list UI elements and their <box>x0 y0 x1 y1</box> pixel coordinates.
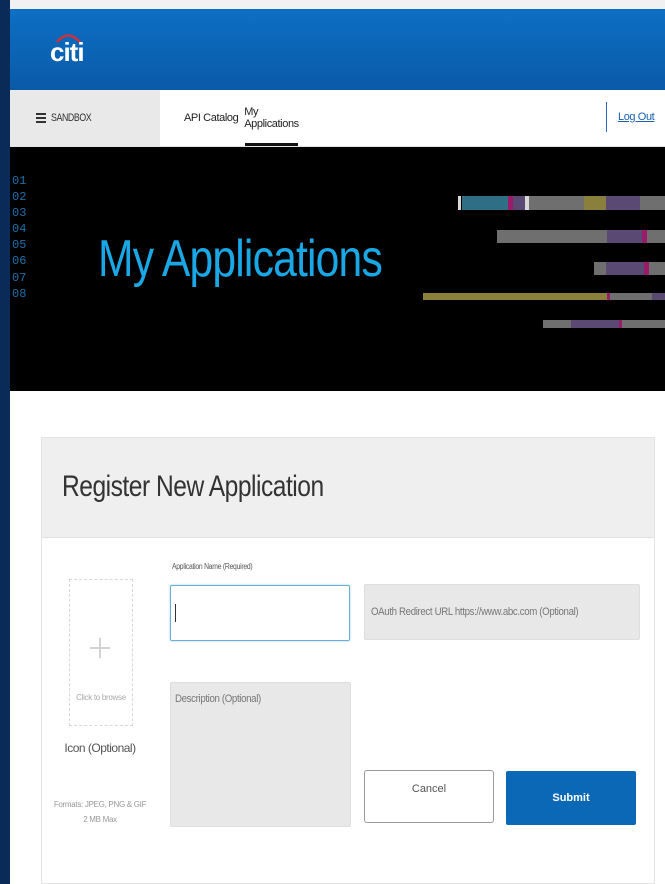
logout-link[interactable]: Log Out <box>618 111 655 123</box>
size-line: 2 MB Max <box>83 815 117 824</box>
tab-api-catalog[interactable]: API Catalog <box>184 90 239 146</box>
citi-logo[interactable]: citi <box>50 29 90 69</box>
page: citi SANDBOX API Catalog My Applications… <box>10 9 665 884</box>
cancel-button[interactable]: Cancel <box>364 770 494 823</box>
app-name-label: Application Name (Required) <box>172 562 253 571</box>
register-application-card: Register New Application Click to browse… <box>41 437 655 884</box>
icon-upload-dropzone[interactable]: Click to browse <box>69 579 133 726</box>
card-header: Register New Application <box>42 438 654 538</box>
app-name-input[interactable] <box>170 585 350 641</box>
description-placeholder: Description (Optional) <box>175 693 261 705</box>
browse-text: Click to browse <box>76 693 126 702</box>
plus-icon <box>90 638 110 658</box>
submit-button[interactable]: Submit <box>506 771 636 825</box>
sandbox-menu-button[interactable]: SANDBOX <box>10 90 160 146</box>
sandbox-label: SANDBOX <box>51 112 92 124</box>
top-nav: SANDBOX API Catalog My Applications Log … <box>10 90 665 147</box>
hamburger-menu-icon <box>36 113 46 123</box>
text-caret <box>175 604 176 622</box>
icon-format-hint: Formats: JPEG, PNG & GIF 2 MB Max <box>50 797 150 827</box>
top-header: citi <box>10 9 665 90</box>
tab-my-applications[interactable]: My Applications <box>244 90 299 146</box>
icon-label: Icon (Optional) <box>64 741 136 755</box>
nav-divider <box>606 102 607 132</box>
hero-banner: 01 02 03 04 05 06 07 08 My Applications <box>10 147 665 391</box>
oauth-redirect-url-input[interactable]: OAuth Redirect URL https://www.abc.com (… <box>364 584 640 640</box>
description-input[interactable]: Description (Optional) <box>170 682 351 827</box>
left-edge-strip <box>0 0 10 884</box>
format-line: Formats: JPEG, PNG & GIF <box>53 800 147 809</box>
oauth-placeholder: OAuth Redirect URL https://www.abc.com (… <box>371 606 579 618</box>
logo-text: citi <box>50 37 85 67</box>
card-title: Register New Application <box>62 470 324 503</box>
decorative-code-bars <box>423 196 665 328</box>
